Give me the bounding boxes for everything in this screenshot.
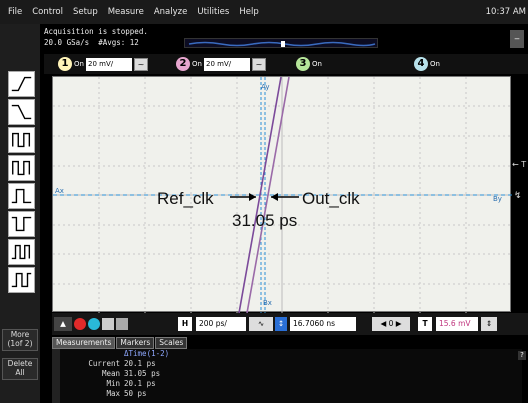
channel-4-number[interactable]: 4: [414, 57, 428, 71]
cyan-dot-icon[interactable]: [88, 318, 100, 330]
measurement-row: Max 50 ps: [52, 389, 212, 398]
neg-width-button[interactable]: [8, 211, 35, 237]
red-dot-icon[interactable]: [74, 318, 86, 330]
measurement-scrollbar[interactable]: [52, 349, 60, 403]
rise-time-icon: [11, 76, 32, 92]
print-icon[interactable]: [116, 318, 128, 330]
measurement-label: Mean: [101, 369, 120, 378]
delay-value[interactable]: 16.7060 ns: [290, 317, 356, 331]
delta-time-label: 31.05 ps: [232, 211, 297, 230]
pulse-width-button[interactable]: [8, 183, 35, 209]
tab-markers[interactable]: Markers: [116, 337, 155, 349]
menu-bar: File Control Setup Measure Analyze Utili…: [0, 0, 528, 24]
measurement-row: Min 20.1 ps: [52, 379, 212, 388]
channel-1-on[interactable]: On: [74, 60, 84, 68]
horizontal-controls: ▲ H 200 ps/ ∿ ↕ 16.7060 ns ◀ 0 ▶ T 15.6 …: [52, 313, 528, 335]
fall-time-icon: [11, 104, 32, 120]
horizontal-label: H: [178, 317, 192, 331]
measurement-row: Mean 31.05 ps: [52, 369, 212, 378]
menu-setup[interactable]: Setup: [73, 7, 98, 17]
measurement-value: 50 ps: [124, 389, 147, 398]
menu-utilities[interactable]: Utilities: [197, 7, 229, 17]
sample-rate: 20.0 GSa/s: [44, 38, 90, 47]
screen-capture-icon[interactable]: [102, 318, 114, 330]
channel-4: 4 On: [414, 56, 440, 72]
menu-measure[interactable]: Measure: [108, 7, 144, 17]
menu-file[interactable]: File: [8, 7, 22, 17]
horizontal-scroll-button[interactable]: ▲: [54, 317, 72, 331]
channel-1: 1 On 20 mV/ ~: [58, 56, 148, 72]
marker-ax-label: Ax: [55, 187, 64, 195]
period-icon: [12, 132, 31, 148]
timebase-adjust-button[interactable]: ∿: [249, 317, 273, 331]
tab-measurements[interactable]: Measurements: [52, 337, 116, 349]
frequency-button[interactable]: [8, 155, 35, 181]
menu-control[interactable]: Control: [32, 7, 63, 17]
measurement-header: ΔTime(1-2): [124, 349, 170, 358]
period-button[interactable]: [8, 127, 35, 153]
measurement-label: Min: [106, 379, 120, 388]
channel-1-number[interactable]: 1: [58, 57, 72, 71]
trigger-level-value[interactable]: 15.6 mV: [436, 317, 478, 331]
duty-cycle-button[interactable]: [8, 239, 35, 265]
measurement-label: Current: [88, 359, 120, 368]
measurement-sidebar: More (1of 2) Delete All: [0, 24, 40, 403]
menu-analyze[interactable]: Analyze: [154, 7, 188, 17]
marker-ay-label: Ay: [261, 83, 269, 91]
delay-reference-icon: ↕: [275, 317, 287, 331]
frequency-icon: [12, 160, 31, 176]
duty-cycle-icon: [11, 244, 31, 260]
memory-bar: [184, 38, 378, 48]
channel-3-on[interactable]: On: [312, 60, 322, 68]
channel-1-offset-button[interactable]: ~: [134, 57, 148, 71]
trigger-arrow-icon: ↯: [514, 191, 522, 201]
measurement-results: ΔTime(1-2) Current 20.1 ps Mean 31.05 ps…: [52, 349, 522, 403]
channel-4-on[interactable]: On: [430, 60, 440, 68]
ref-clk-label: Ref_clk: [157, 189, 214, 208]
channel-3: 3 On: [296, 56, 322, 72]
delta-time-button[interactable]: [8, 267, 35, 293]
clock: 10:37 AM: [485, 7, 526, 17]
averages: #Avgs: 12: [98, 38, 139, 47]
neg-width-icon: [11, 216, 32, 232]
tab-scales[interactable]: Scales: [155, 337, 188, 349]
timebase-value[interactable]: 200 ps/: [196, 317, 246, 331]
trigger-label: T: [418, 317, 432, 331]
delay-step-buttons[interactable]: ◀ 0 ▶: [372, 317, 410, 331]
waveform-graticule: Ay Bx Ax By Ref_clk Out_clk 31.05 ps: [53, 77, 512, 313]
minimize-button[interactable]: _: [510, 30, 524, 48]
trigger-level-marker: ← T: [512, 160, 527, 169]
measurement-value: 20.1 ps: [124, 359, 156, 368]
fall-time-button[interactable]: [8, 99, 35, 125]
out-clk-label: Out_clk: [302, 189, 360, 208]
channel-2-offset-button[interactable]: ~: [252, 57, 266, 71]
marker-by-label: By: [493, 195, 502, 203]
acquisition-state: Acquisition is stopped.: [44, 27, 148, 36]
channel-1-scale[interactable]: 20 mV/: [86, 57, 132, 71]
color-palette: [74, 317, 134, 331]
channel-row: 1 On 20 mV/ ~ 2 On 20 mV/ ~ 3 On 4 On: [44, 54, 528, 74]
waveform-display[interactable]: Ay Bx Ax By Ref_clk Out_clk 31.05 ps: [52, 76, 512, 313]
channel-2-on[interactable]: On: [192, 60, 202, 68]
delete-all-button[interactable]: Delete All: [2, 358, 38, 380]
pulse-width-icon: [11, 188, 32, 204]
trigger-level-stepper[interactable]: ⇕: [481, 317, 497, 331]
channel-3-number[interactable]: 3: [296, 57, 310, 71]
measurement-tabs: Measurements Markers Scales: [52, 337, 188, 349]
marker-bx-label: Bx: [263, 299, 272, 307]
measurement-row: Current 20.1 ps: [52, 359, 212, 368]
more-button[interactable]: More (1of 2): [2, 329, 38, 351]
measurement-label: Max: [106, 389, 120, 398]
measurement-value: 31.05 ps: [124, 369, 161, 378]
channel-2: 2 On 20 mV/ ~: [176, 56, 266, 72]
help-icon[interactable]: ?: [518, 351, 526, 360]
measurement-header-row: ΔTime(1-2): [52, 349, 212, 358]
delta-time-icon: [11, 272, 32, 288]
memory-bar-graphic: [188, 41, 376, 47]
measurement-value: 20.1 ps: [124, 379, 156, 388]
channel-2-number[interactable]: 2: [176, 57, 190, 71]
menu-help[interactable]: Help: [239, 7, 258, 17]
rise-time-button[interactable]: [8, 71, 35, 97]
channel-2-scale[interactable]: 20 mV/: [204, 57, 250, 71]
